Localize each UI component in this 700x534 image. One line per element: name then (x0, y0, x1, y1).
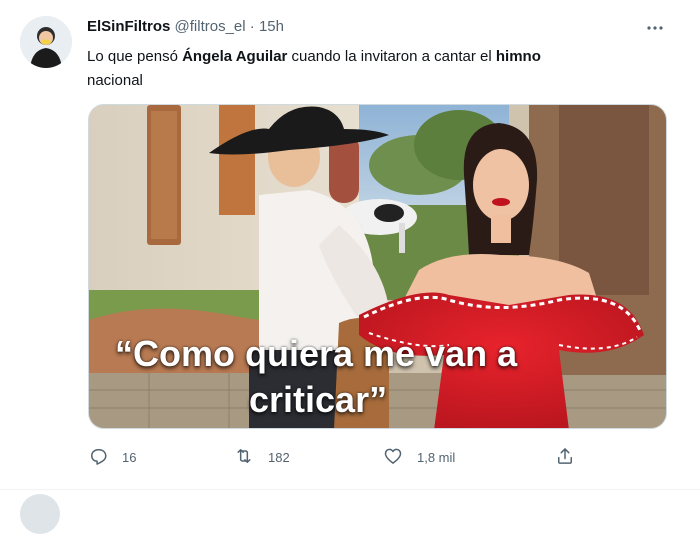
tweet-actions: 16 182 1,8 mil (88, 444, 668, 470)
reply-icon (88, 446, 108, 469)
like-count: 1,8 mil (417, 449, 456, 465)
tweet-text-part: Lo que pensó (87, 48, 183, 65)
share-button[interactable] (555, 444, 575, 470)
tweet-text: Lo que pensó Ángela Aguilar cuando la in… (87, 45, 657, 93)
user-handle[interactable]: @filtros_el (175, 18, 246, 35)
tweet-text-bold-word: himno (495, 48, 541, 65)
tweet-media[interactable]: “Como quiera me van a criticar” (88, 104, 667, 429)
retweet-icon (234, 446, 254, 469)
media-caption-line: criticar” (249, 379, 388, 420)
media-caption: “Como quiera me van a criticar” (115, 331, 635, 423)
reply-count: 16 (122, 449, 137, 465)
avatar-image (20, 16, 72, 68)
tweet-header: ElSinFiltros @filtros_el · 15h (87, 18, 670, 40)
separator-dot: · (249, 18, 255, 35)
reply-button[interactable]: 16 (88, 444, 136, 470)
tweet-text-part: cuando la invitaron a cantar el (287, 48, 496, 65)
retweet-button[interactable]: 182 (234, 444, 290, 470)
share-icon (555, 446, 575, 469)
tweet[interactable]: ElSinFiltros @filtros_el · 15h Lo que pe… (0, 0, 700, 490)
more-dots-icon[interactable] (643, 16, 667, 40)
tweet-text-bold-name: Ángela Aguilar (182, 48, 288, 65)
display-name[interactable]: ElSinFiltros (87, 18, 170, 35)
heart-icon (383, 446, 403, 469)
next-tweet-avatar[interactable] (20, 494, 60, 534)
media-caption-line: “Como quiera me van a (115, 333, 518, 374)
timestamp[interactable]: 15h (259, 18, 284, 35)
retweet-count: 182 (268, 449, 290, 465)
like-button[interactable]: 1,8 mil (383, 444, 455, 470)
tweet-text-part: nacional (87, 72, 143, 89)
avatar[interactable] (20, 16, 72, 68)
tweet-divider (0, 489, 700, 490)
